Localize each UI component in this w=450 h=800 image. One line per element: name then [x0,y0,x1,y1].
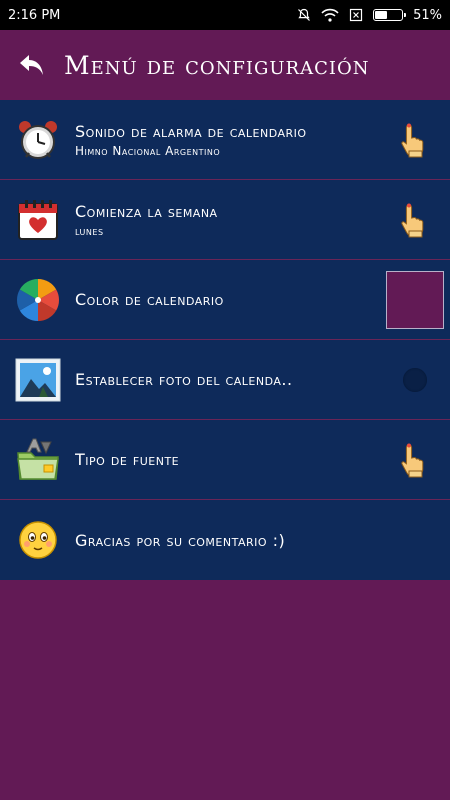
photo-icon [15,358,60,401]
page-title: Menú de configuración [64,50,370,80]
no-sim-icon [349,8,363,22]
setting-title: Comienza la semana [75,201,218,221]
back-button[interactable] [0,53,64,77]
status-icons: 51% [297,8,442,23]
settings-list: Sonido de alarma de calendario Himno Nac… [0,100,450,580]
setting-calendar-color[interactable]: Color de calendario [0,260,450,340]
setting-subtitle: Himno Nacional Argentino [75,143,221,158]
hand-pointer-icon[interactable] [400,442,430,478]
smiley-icon [18,521,57,559]
setting-title: Gracias por su comentario :) [75,530,286,550]
hand-pointer-icon[interactable] [400,122,430,158]
status-bar: 2:16 PM 51% [0,0,450,30]
app-bar: Menú de configuración [0,30,450,100]
setting-feedback[interactable]: Gracias por su comentario :) [0,500,450,580]
wifi-icon [321,8,339,22]
setting-week-start[interactable]: Comienza la semana lunes [0,180,450,260]
calendar-heart-icon [17,199,58,240]
battery-icon [373,9,407,21]
photo-toggle[interactable] [403,367,427,392]
setting-subtitle: lunes [75,223,104,238]
color-wheel-icon [16,278,59,321]
mute-icon [298,8,311,21]
color-swatch[interactable] [386,270,444,329]
setting-alarm-sound[interactable]: Sonido de alarma de calendario Himno Nac… [0,100,450,180]
hand-pointer-icon[interactable] [400,202,430,238]
setting-title: Tipo de fuente [75,450,180,469]
battery-percent: 51% [413,7,442,23]
font-folder-icon [16,438,59,480]
setting-title: Sonido de alarma de calendario [75,121,307,141]
setting-title: Establecer foto del calenda.. [75,370,293,389]
setting-calendar-photo[interactable]: Establecer foto del calenda.. [0,340,450,420]
setting-title: Color de calendario [75,290,224,309]
status-time: 2:16 PM [8,7,61,23]
back-arrow-icon [20,55,43,75]
alarm-clock-icon [18,120,57,159]
setting-font-type[interactable]: Tipo de fuente [0,420,450,500]
